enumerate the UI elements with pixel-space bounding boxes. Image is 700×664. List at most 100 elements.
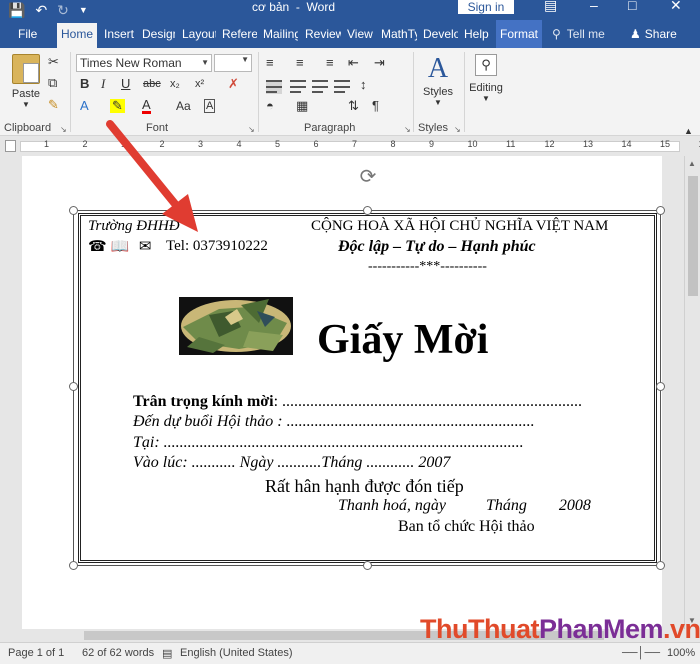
clear-formatting-icon[interactable]: ✗ <box>228 77 239 91</box>
minimize-icon[interactable]: – <box>590 0 598 12</box>
strikethrough-icon[interactable]: abc <box>143 77 161 91</box>
zoom-slider[interactable]: ──│── <box>622 647 660 659</box>
share-button[interactable]: ♟ Share <box>630 20 677 48</box>
invite-line-1: Trân trọng kính mời: ...................… <box>133 393 583 410</box>
styles-launcher-icon[interactable]: ↘ <box>454 125 461 134</box>
justify-icon[interactable] <box>334 80 350 94</box>
header-divider: -----------***---------- <box>368 259 487 274</box>
ruler-number: 12 <box>544 139 555 149</box>
paragraph-launcher-icon[interactable]: ↘ <box>404 125 411 134</box>
borders-icon[interactable]: ▦ <box>296 99 308 113</box>
language-indicator[interactable]: English (United States) <box>180 647 293 659</box>
site-watermark: ThuThuatPhanMem.vn <box>420 614 700 644</box>
font-color-icon[interactable]: A <box>142 98 151 114</box>
resize-handle[interactable] <box>69 206 78 215</box>
italic-icon[interactable]: I <box>101 77 105 91</box>
invite-line-3: Tại: ...................................… <box>133 434 524 451</box>
tab-developer[interactable]: Developer <box>423 20 458 48</box>
format-painter-icon[interactable]: ✎ <box>48 98 59 112</box>
underline-icon[interactable]: U <box>121 77 130 91</box>
font-name-box[interactable]: Times New Roman ▼ <box>76 54 212 72</box>
change-case-icon[interactable]: Aa <box>176 99 191 113</box>
ribbon-display-options-icon[interactable]: ▤ <box>544 0 557 12</box>
styles-button[interactable]: A Styles ▼ <box>418 54 458 108</box>
tab-layout[interactable]: Layout <box>182 20 216 48</box>
country-header: CỘNG HOÀ XÃ HỘI CHỦ NGHĨA VIỆT NAM <box>311 218 609 234</box>
tell-me-search[interactable]: ⚲ Tell me <box>552 20 605 48</box>
font-size-box[interactable]: ▼ <box>214 54 252 72</box>
word-count[interactable]: 62 of 62 words <box>82 647 154 659</box>
tab-file[interactable]: File <box>18 20 42 48</box>
tab-home[interactable]: Home <box>57 23 97 48</box>
resize-handle[interactable] <box>656 206 665 215</box>
tab-insert[interactable]: Insert <box>104 20 136 48</box>
show-marks-icon[interactable]: ¶ <box>372 99 379 113</box>
resize-handle[interactable] <box>69 382 78 391</box>
subscript-icon[interactable]: x₂ <box>170 77 180 91</box>
shading-icon[interactable]: ◓ <box>266 99 274 113</box>
sort-icon[interactable]: ⇅ <box>348 99 359 113</box>
sign-in-button[interactable]: Sign in <box>458 0 514 14</box>
close-icon[interactable]: ✕ <box>670 0 682 12</box>
numbering-icon[interactable]: ≡ <box>296 56 304 70</box>
ruler-number: 9 <box>429 139 435 149</box>
save-icon[interactable]: 💾 <box>8 2 25 19</box>
resize-handle[interactable] <box>656 382 665 391</box>
lightbulb-icon: ⚲ <box>552 27 561 41</box>
increase-indent-icon[interactable]: ⇥ <box>374 56 385 70</box>
decrease-indent-icon[interactable]: ⇤ <box>348 56 359 70</box>
clipboard-launcher-icon[interactable]: ↘ <box>60 125 67 134</box>
redo-icon[interactable]: ↻ <box>57 2 69 19</box>
resize-handle[interactable] <box>363 561 372 570</box>
superscript-icon[interactable]: x² <box>195 77 204 91</box>
ruler-number: 1 <box>44 139 50 149</box>
editing-button[interactable]: ⚲ Editing ▼ <box>465 54 507 103</box>
vertical-scrollbar[interactable]: ▲ ▼ <box>684 156 700 629</box>
multilevel-list-icon[interactable]: ≡ <box>326 56 334 70</box>
book-icon: 📖 <box>110 239 130 255</box>
tab-mathtype[interactable]: MathType <box>381 20 417 48</box>
zoom-level[interactable]: 100% <box>667 647 695 659</box>
ruler-number: 10 <box>467 139 478 149</box>
line-spacing-icon[interactable]: ↕ <box>360 78 367 92</box>
undo-icon[interactable]: ↶ <box>35 2 47 19</box>
chevron-down-icon: ▼ <box>201 58 209 67</box>
tab-help[interactable]: Help <box>464 20 492 48</box>
tab-format[interactable]: Format <box>496 20 542 48</box>
tel-number: Tel: 0373910222 <box>166 238 268 254</box>
tab-review[interactable]: Review <box>305 20 341 48</box>
proofing-icon[interactable]: ▤ <box>162 647 172 660</box>
highlight-icon[interactable]: ✎ <box>110 99 125 113</box>
paste-button[interactable]: Paste ▼ <box>8 54 44 109</box>
resize-handle[interactable] <box>363 206 372 215</box>
resize-handle[interactable] <box>656 561 665 570</box>
tab-references[interactable]: References <box>222 20 257 48</box>
customize-qat-icon[interactable]: ▼ <box>79 5 88 15</box>
ruler-number: 6 <box>313 139 319 149</box>
tab-selector-icon[interactable] <box>5 140 16 152</box>
tab-design[interactable]: Design <box>142 20 175 48</box>
ruler-number: 4 <box>236 139 242 149</box>
bold-icon[interactable]: B <box>80 77 89 91</box>
person-icon: ♟ <box>630 27 641 41</box>
maximize-icon[interactable]: □ <box>628 0 636 12</box>
invite-line-7: Ban tổ chức Hội thảo <box>398 518 535 535</box>
font-launcher-icon[interactable]: ↘ <box>248 125 255 134</box>
align-right-icon[interactable] <box>312 80 328 94</box>
ruler-number: 7 <box>352 139 358 149</box>
scroll-up-icon[interactable]: ▲ <box>688 159 696 168</box>
text-effects-icon[interactable]: A <box>80 99 89 113</box>
center-icon[interactable] <box>290 80 306 94</box>
tab-mailings[interactable]: Mailings <box>263 20 298 48</box>
align-left-icon[interactable] <box>266 80 282 94</box>
tab-view[interactable]: View <box>347 20 375 48</box>
rotate-handle-icon[interactable]: ⟳ <box>357 166 379 188</box>
bullets-icon[interactable]: ≡ <box>266 56 274 70</box>
character-shading-icon[interactable]: A <box>204 99 216 113</box>
page-count[interactable]: Page 1 of 1 <box>8 647 64 659</box>
copy-icon[interactable]: ⧉ <box>48 76 57 90</box>
resize-handle[interactable] <box>69 561 78 570</box>
chevron-down-icon: ▼ <box>434 98 442 107</box>
ruler-number: 13 <box>583 139 594 149</box>
cut-icon[interactable]: ✂ <box>48 55 59 69</box>
